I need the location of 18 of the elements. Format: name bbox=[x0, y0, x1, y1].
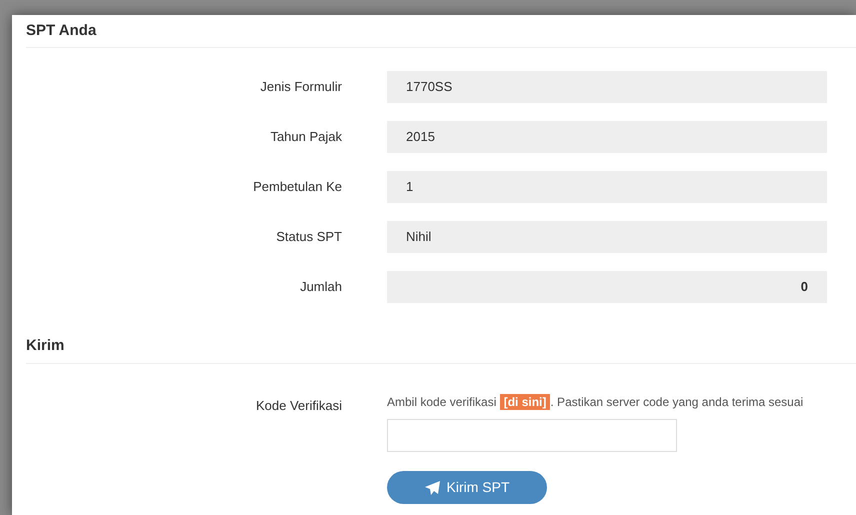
readonly-field: 1 bbox=[387, 170, 827, 202]
field-label: Kode Verifikasi bbox=[255, 397, 343, 415]
field-label: Pembetulan Ke bbox=[252, 178, 343, 196]
field-label: Jenis Formulir bbox=[259, 78, 343, 96]
submit-button[interactable]: Kirim SPT bbox=[387, 471, 547, 504]
field-label: Tahun Pajak bbox=[269, 128, 343, 146]
field-label: Jumlah bbox=[299, 278, 343, 296]
help-text: Ambil kode verifikasi [di sini] . Pastikan server code yang anda terima sesuai bbox=[387, 393, 804, 412]
section-title: SPT Anda bbox=[26, 15, 856, 48]
readonly-field: 0 bbox=[387, 270, 827, 302]
readonly-field: 2015 bbox=[387, 120, 827, 152]
link[interactable]: [di sini] bbox=[500, 394, 550, 410]
send-icon bbox=[424, 480, 440, 494]
input-field[interactable] bbox=[387, 419, 677, 452]
readonly-field: Nihil bbox=[387, 220, 827, 252]
section-title: Kirim bbox=[26, 334, 856, 364]
field-label: Status SPT bbox=[275, 228, 343, 246]
readonly-field: 1770SS bbox=[387, 70, 827, 102]
